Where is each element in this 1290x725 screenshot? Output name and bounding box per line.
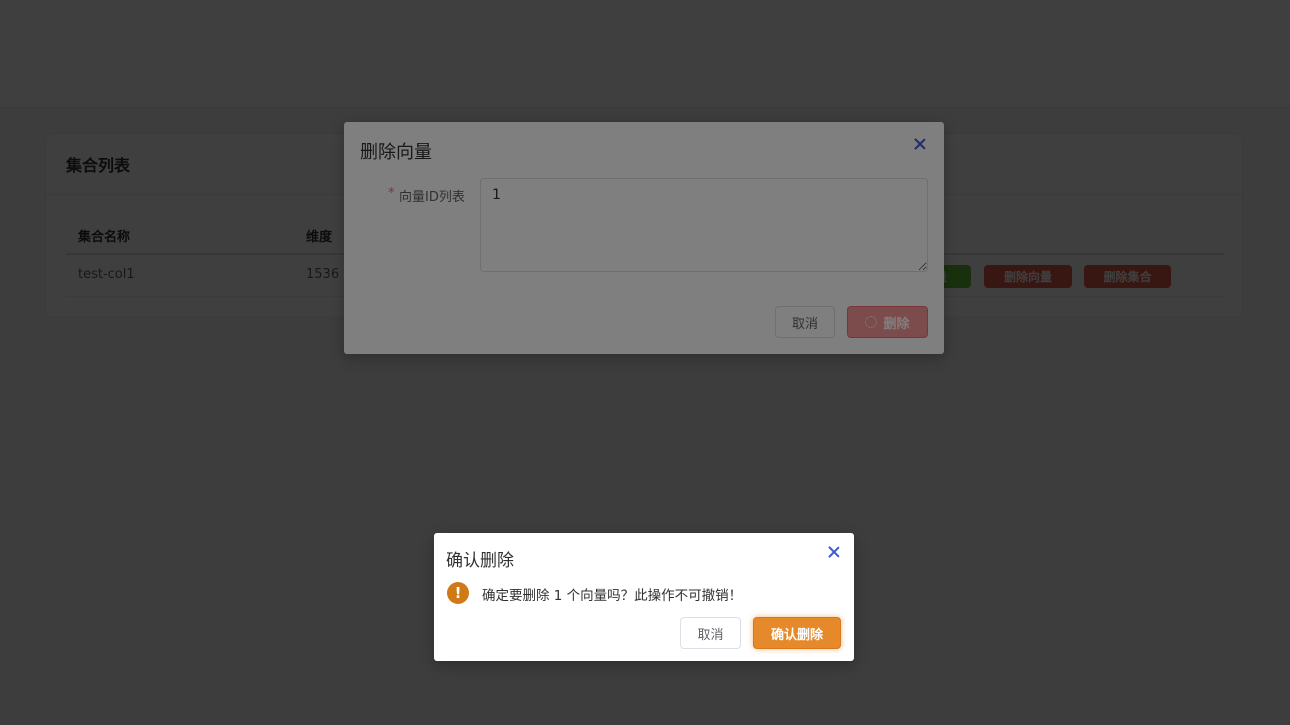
confirm-dialog-title: 确认删除 [446, 551, 514, 571]
close-icon[interactable] [827, 545, 841, 559]
confirm-delete-button[interactable]: 确认删除 [753, 617, 841, 649]
confirm-delete-dialog: 确认删除 ! 确定要删除 1 个向量吗？此操作不可撤销！ 取消 确认删除 [434, 533, 854, 661]
warning-icon: ! [447, 582, 469, 604]
confirm-message: 确定要删除 1 个向量吗？此操作不可撤销！ [482, 588, 743, 604]
confirm-cancel-button[interactable]: 取消 [680, 617, 741, 649]
